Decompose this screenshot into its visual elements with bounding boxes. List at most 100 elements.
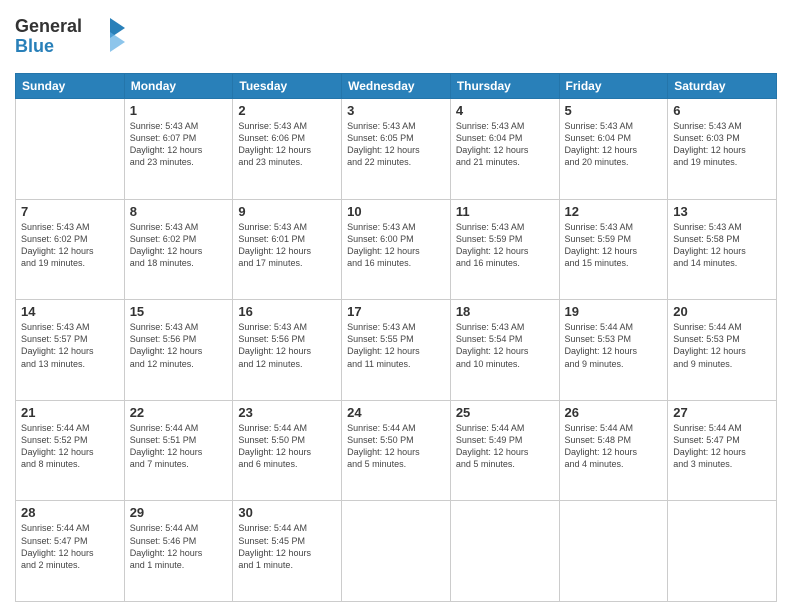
calendar-cell: 10 Sunrise: 5:43 AM Sunset: 6:00 PM Dayli… [342,199,451,300]
day-info: Sunrise: 5:43 AM Sunset: 5:57 PM Dayligh… [21,321,119,370]
calendar-cell: 24 Sunrise: 5:44 AM Sunset: 5:50 PM Dayli… [342,400,451,501]
weekday-header-saturday: Saturday [668,74,777,99]
day-info: Sunrise: 5:44 AM Sunset: 5:51 PM Dayligh… [130,422,228,471]
day-number: 8 [130,204,228,219]
calendar-cell: 16 Sunrise: 5:43 AM Sunset: 5:56 PM Dayli… [233,300,342,401]
day-number: 1 [130,103,228,118]
day-info: Sunrise: 5:44 AM Sunset: 5:47 PM Dayligh… [673,422,771,471]
logo: General Blue [15,10,125,65]
calendar-cell: 9 Sunrise: 5:43 AM Sunset: 6:01 PM Daylig… [233,199,342,300]
calendar-cell: 8 Sunrise: 5:43 AM Sunset: 6:02 PM Daylig… [124,199,233,300]
day-number: 10 [347,204,445,219]
day-number: 18 [456,304,554,319]
day-number: 2 [238,103,336,118]
calendar-cell [16,99,125,200]
day-info: Sunrise: 5:43 AM Sunset: 6:04 PM Dayligh… [456,120,554,169]
day-info: Sunrise: 5:43 AM Sunset: 5:54 PM Dayligh… [456,321,554,370]
day-info: Sunrise: 5:43 AM Sunset: 6:07 PM Dayligh… [130,120,228,169]
weekday-header-thursday: Thursday [450,74,559,99]
calendar-cell: 7Sunrise: 5:43 AM Sunset: 6:02 PM Daylig… [16,199,125,300]
day-info: Sunrise: 5:43 AM Sunset: 6:03 PM Dayligh… [673,120,771,169]
calendar-cell [450,501,559,602]
day-number: 27 [673,405,771,420]
day-info: Sunrise: 5:43 AM Sunset: 5:55 PM Dayligh… [347,321,445,370]
calendar-cell: 23 Sunrise: 5:44 AM Sunset: 5:50 PM Dayli… [233,400,342,501]
day-info: Sunrise: 5:43 AM Sunset: 6:01 PM Dayligh… [238,221,336,270]
day-number: 29 [130,505,228,520]
day-info: Sunrise: 5:44 AM Sunset: 5:53 PM Dayligh… [565,321,663,370]
day-info: Sunrise: 5:44 AM Sunset: 5:50 PM Dayligh… [347,422,445,471]
calendar-cell: 27 Sunrise: 5:44 AM Sunset: 5:47 PM Dayli… [668,400,777,501]
calendar-cell: 22 Sunrise: 5:44 AM Sunset: 5:51 PM Dayli… [124,400,233,501]
day-info: Sunrise: 5:44 AM Sunset: 5:50 PM Dayligh… [238,422,336,471]
day-info: Sunrise: 5:44 AM Sunset: 5:49 PM Dayligh… [456,422,554,471]
day-number: 6 [673,103,771,118]
calendar-cell: 1 Sunrise: 5:43 AM Sunset: 6:07 PM Daylig… [124,99,233,200]
calendar-cell: 6 Sunrise: 5:43 AM Sunset: 6:03 PM Daylig… [668,99,777,200]
weekday-header-sunday: Sunday [16,74,125,99]
day-number: 11 [456,204,554,219]
day-number: 3 [347,103,445,118]
day-info: Sunrise: 5:43 AM Sunset: 6:00 PM Dayligh… [347,221,445,270]
calendar-cell: 30 Sunrise: 5:44 AM Sunset: 5:45 PM Dayli… [233,501,342,602]
calendar-cell: 5 Sunrise: 5:43 AM Sunset: 6:04 PM Daylig… [559,99,668,200]
calendar-cell: 4 Sunrise: 5:43 AM Sunset: 6:04 PM Daylig… [450,99,559,200]
calendar-cell: 17 Sunrise: 5:43 AM Sunset: 5:55 PM Dayli… [342,300,451,401]
day-info: Sunrise: 5:44 AM Sunset: 5:45 PM Dayligh… [238,522,336,571]
day-info: Sunrise: 5:44 AM Sunset: 5:52 PM Dayligh… [21,422,119,471]
day-number: 23 [238,405,336,420]
calendar-cell: 28 Sunrise: 5:44 AM Sunset: 5:47 PM Dayli… [16,501,125,602]
day-info: Sunrise: 5:43 AM Sunset: 6:04 PM Dayligh… [565,120,663,169]
calendar-cell [668,501,777,602]
calendar-cell: 14 Sunrise: 5:43 AM Sunset: 5:57 PM Dayli… [16,300,125,401]
svg-text:General: General [15,16,82,36]
day-number: 5 [565,103,663,118]
day-number: 9 [238,204,336,219]
weekday-header-tuesday: Tuesday [233,74,342,99]
calendar-cell: 20 Sunrise: 5:44 AM Sunset: 5:53 PM Dayli… [668,300,777,401]
calendar-cell [342,501,451,602]
calendar-week-row: 28 Sunrise: 5:44 AM Sunset: 5:47 PM Dayli… [16,501,777,602]
day-number: 30 [238,505,336,520]
day-number: 26 [565,405,663,420]
day-number: 20 [673,304,771,319]
day-number: 14 [21,304,119,319]
calendar-cell: 25 Sunrise: 5:44 AM Sunset: 5:49 PM Dayli… [450,400,559,501]
day-number: 15 [130,304,228,319]
calendar-cell: 2Sunrise: 5:43 AM Sunset: 6:06 PM Daylig… [233,99,342,200]
calendar-table: SundayMondayTuesdayWednesdayThursdayFrid… [15,73,777,602]
svg-text:Blue: Blue [15,36,54,56]
day-number: 4 [456,103,554,118]
day-number: 24 [347,405,445,420]
weekday-header-row: SundayMondayTuesdayWednesdayThursdayFrid… [16,74,777,99]
calendar-cell [559,501,668,602]
header: General Blue [15,10,777,65]
day-info: Sunrise: 5:43 AM Sunset: 5:56 PM Dayligh… [238,321,336,370]
day-info: Sunrise: 5:44 AM Sunset: 5:47 PM Dayligh… [21,522,119,571]
day-info: Sunrise: 5:43 AM Sunset: 5:59 PM Dayligh… [456,221,554,270]
weekday-header-friday: Friday [559,74,668,99]
calendar-week-row: 21Sunrise: 5:44 AM Sunset: 5:52 PM Dayli… [16,400,777,501]
day-number: 12 [565,204,663,219]
calendar-cell: 11 Sunrise: 5:43 AM Sunset: 5:59 PM Dayli… [450,199,559,300]
calendar-cell: 29 Sunrise: 5:44 AM Sunset: 5:46 PM Dayli… [124,501,233,602]
day-number: 19 [565,304,663,319]
day-info: Sunrise: 5:43 AM Sunset: 5:56 PM Dayligh… [130,321,228,370]
day-info: Sunrise: 5:43 AM Sunset: 6:02 PM Dayligh… [21,221,119,270]
calendar-cell: 19 Sunrise: 5:44 AM Sunset: 5:53 PM Dayli… [559,300,668,401]
calendar-week-row: 7Sunrise: 5:43 AM Sunset: 6:02 PM Daylig… [16,199,777,300]
day-number: 16 [238,304,336,319]
day-info: Sunrise: 5:43 AM Sunset: 6:02 PM Dayligh… [130,221,228,270]
day-number: 25 [456,405,554,420]
day-info: Sunrise: 5:43 AM Sunset: 5:58 PM Dayligh… [673,221,771,270]
day-info: Sunrise: 5:44 AM Sunset: 5:53 PM Dayligh… [673,321,771,370]
day-info: Sunrise: 5:44 AM Sunset: 5:46 PM Dayligh… [130,522,228,571]
day-number: 17 [347,304,445,319]
page: General Blue SundayMondayTuesdayWednesda… [0,0,792,612]
day-number: 22 [130,405,228,420]
calendar-week-row: 14 Sunrise: 5:43 AM Sunset: 5:57 PM Dayli… [16,300,777,401]
calendar-cell: 3Sunrise: 5:43 AM Sunset: 6:05 PM Daylig… [342,99,451,200]
calendar-cell: 15 Sunrise: 5:43 AM Sunset: 5:56 PM Dayli… [124,300,233,401]
day-number: 28 [21,505,119,520]
day-number: 13 [673,204,771,219]
